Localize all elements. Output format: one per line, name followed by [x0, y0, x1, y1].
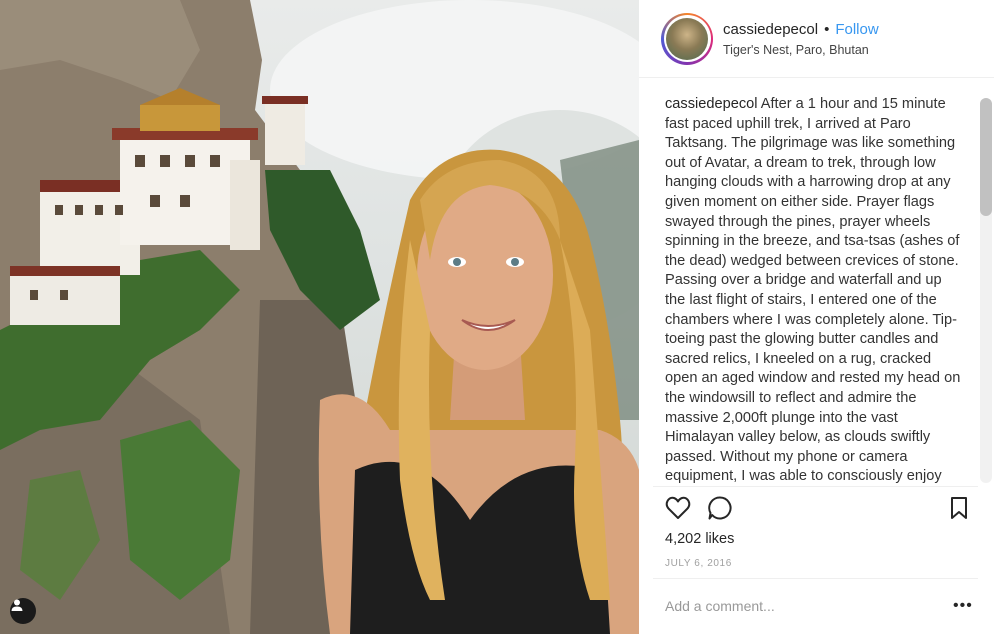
- follow-button[interactable]: Follow: [835, 21, 878, 38]
- post-header: cassiedepecol • Follow Tiger's Nest, Par…: [639, 0, 994, 78]
- divider: [653, 486, 978, 487]
- likes-count[interactable]: 4,202 likes: [665, 531, 734, 547]
- photo-scene: [0, 0, 639, 634]
- comment-icon[interactable]: [706, 494, 734, 522]
- heart-icon[interactable]: [664, 494, 692, 522]
- username-link[interactable]: cassiedepecol: [723, 21, 818, 38]
- caption-text: After a 1 hour and 15 minute fast paced …: [665, 96, 961, 485]
- location-link[interactable]: Tiger's Nest, Paro, Bhutan: [723, 43, 879, 57]
- avatar[interactable]: [661, 12, 713, 65]
- caption-scrollbar[interactable]: [980, 98, 992, 483]
- post-date: JULY 6, 2016: [665, 558, 732, 569]
- caption-username[interactable]: cassiedepecol: [665, 96, 758, 112]
- comment-input[interactable]: [665, 598, 915, 614]
- action-bar: [664, 494, 734, 522]
- divider: [653, 578, 978, 579]
- bookmark-icon[interactable]: [945, 494, 973, 522]
- post-photo[interactable]: [0, 0, 639, 634]
- post-side-panel: cassiedepecol • Follow Tiger's Nest, Par…: [639, 0, 994, 634]
- separator-dot: •: [824, 20, 830, 38]
- caption-scroll-area[interactable]: cassiedepecol After a 1 hour and 15 minu…: [639, 79, 994, 486]
- scrollbar-thumb[interactable]: [980, 98, 992, 216]
- more-options-button[interactable]: •••: [953, 597, 973, 615]
- user-tag-icon[interactable]: [10, 598, 36, 624]
